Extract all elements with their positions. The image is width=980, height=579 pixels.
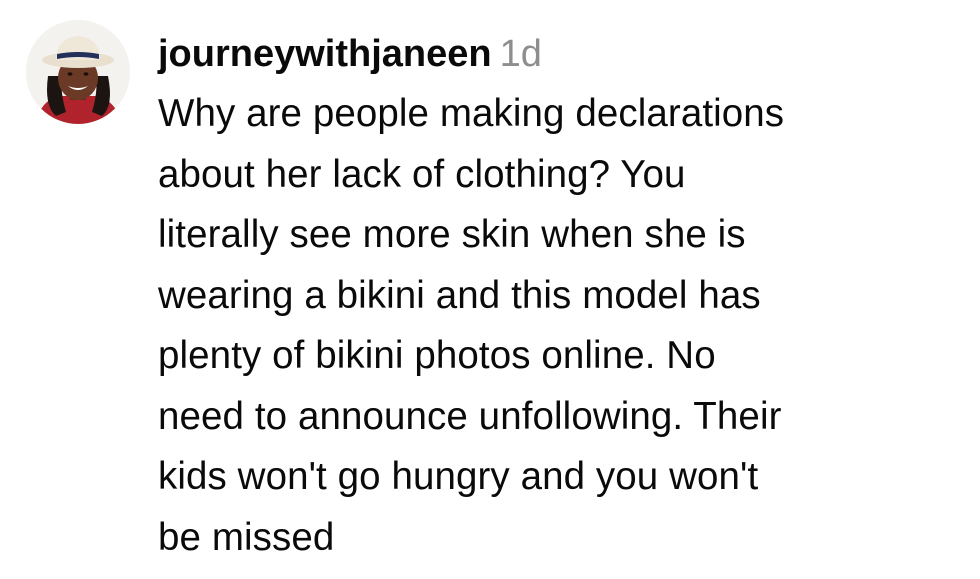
username-link[interactable]: journeywithjaneen	[158, 33, 492, 75]
avatar-photo-icon	[26, 20, 130, 124]
comment-header: journeywithjaneen 1d	[158, 24, 968, 84]
comment-text: Why are people making declarations about…	[158, 92, 785, 559]
comment-body: journeywithjaneen 1d Why are people makin…	[158, 24, 968, 568]
user-avatar[interactable]	[26, 20, 130, 124]
comment-item: journeywithjaneen 1d Why are people makin…	[0, 0, 980, 579]
comment-timestamp[interactable]: 1d	[500, 33, 542, 75]
